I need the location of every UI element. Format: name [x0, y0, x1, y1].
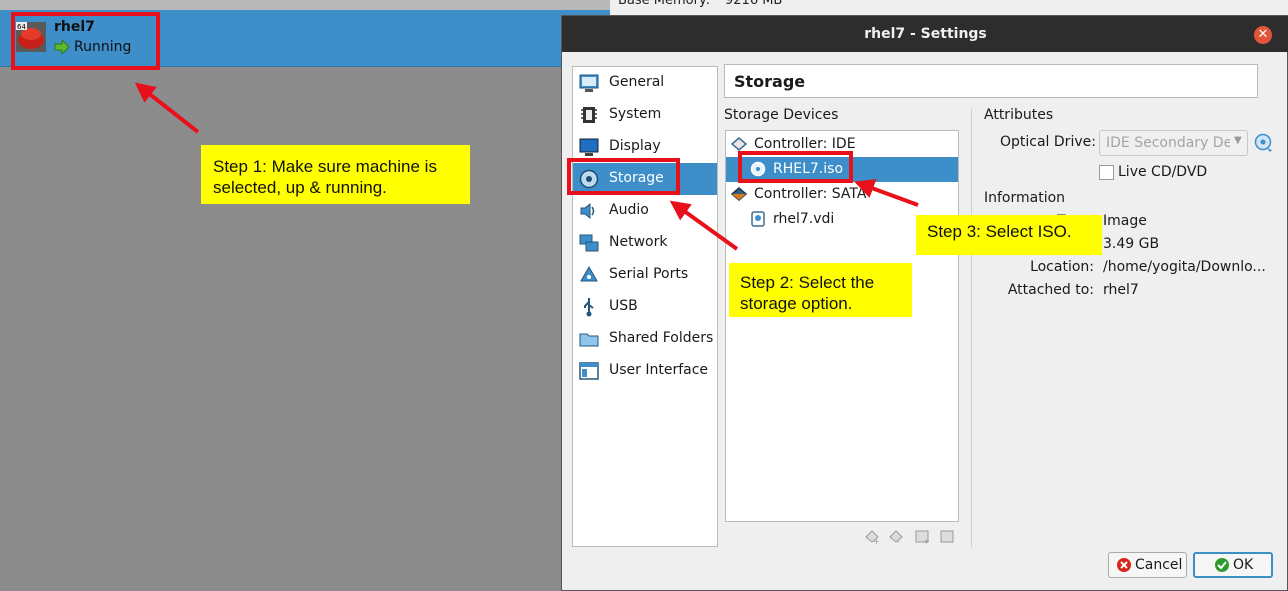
information-heading: Information: [984, 190, 1066, 206]
hard-disk-icon: [751, 211, 765, 227]
info-value-attached: rhel7: [1103, 282, 1139, 298]
nav-item-label: System: [609, 106, 662, 122]
chevron-down-icon: ▼: [1234, 135, 1242, 146]
nav-item-label: Serial Ports: [609, 266, 689, 282]
close-icon[interactable]: ✕: [1254, 26, 1272, 44]
nav-item-usb[interactable]: USB: [573, 291, 717, 323]
storage-tree-item-label: rhel7.vdi: [773, 211, 835, 227]
page-title: Storage: [734, 72, 806, 91]
dialog-titlebar[interactable]: rhel7 - Settings ✕: [562, 16, 1288, 52]
nav-item-audio[interactable]: Audio: [573, 195, 717, 227]
nav-item-label: Shared Folders: [609, 330, 714, 346]
settings-dialog: rhel7 - Settings ✕ General System Display S…: [561, 15, 1288, 591]
storage-tree-item-label: Controller: IDE: [754, 136, 856, 152]
optical-drive-value: IDE Secondary Device 0: [1106, 135, 1230, 151]
svg-text:+: +: [873, 537, 880, 544]
detail-key: Base Memory:: [618, 0, 711, 8]
nav-item-general[interactable]: General: [573, 67, 717, 99]
nav-item-shared-folders[interactable]: Shared Folders: [573, 323, 717, 355]
storage-tree-item[interactable]: Controller: SATA: [726, 182, 958, 207]
step1-arrow: [134, 82, 200, 134]
display-monitor-icon: [579, 138, 599, 156]
live-cd-checkbox[interactable]: [1099, 165, 1114, 180]
storage-devices-label: Storage Devices: [724, 107, 839, 123]
pane-divider: [971, 108, 972, 548]
info-value-location: /home/yogita/Downlo...: [1103, 259, 1266, 275]
ok-button[interactable]: OK: [1193, 552, 1273, 578]
nav-item-label: Network: [609, 234, 668, 250]
live-cd-label: Live CD/DVD: [1118, 164, 1208, 180]
details-pane: Base Memory: 9216 MB: [610, 0, 1288, 15]
detail-value: 9216 MB: [725, 0, 783, 8]
sata-controller-icon: [731, 187, 747, 201]
info-value-size: 3.49 GB: [1103, 236, 1160, 252]
general-icon: [579, 74, 599, 92]
system-chip-icon: [581, 107, 597, 123]
add-attachment-icon[interactable]: +: [914, 528, 930, 544]
step2-highlight-box: [567, 158, 680, 195]
choose-disc-icon[interactable]: [1254, 133, 1274, 153]
svg-text:-: -: [897, 537, 900, 544]
attributes-heading: Attributes: [984, 107, 1054, 123]
nav-item-label: General: [609, 74, 665, 90]
user-interface-icon: [579, 362, 599, 380]
svg-text:-: -: [948, 537, 951, 544]
audio-speaker-icon: [580, 202, 595, 220]
ide-controller-icon: [731, 137, 747, 151]
serial-ports-icon: [580, 265, 598, 282]
nav-item-serial-ports[interactable]: Serial Ports: [573, 259, 717, 291]
dialog-title: rhel7 - Settings: [864, 26, 987, 42]
info-key-location: Location:: [1030, 259, 1094, 275]
storage-tree: Controller: IDE RHEL7.iso Controller: SATA…: [725, 130, 959, 522]
network-icon: [579, 234, 599, 252]
storage-tree-item-label: Controller: SATA: [754, 186, 867, 202]
nav-item-label: Audio: [609, 202, 649, 218]
remove-attachment-icon[interactable]: -: [939, 528, 955, 544]
add-controller-icon[interactable]: +: [864, 528, 880, 544]
nav-item-label: User Interface: [609, 362, 709, 378]
usb-icon: [584, 298, 594, 317]
page-header: Storage: [724, 64, 1258, 98]
nav-item-system[interactable]: System: [573, 99, 717, 131]
info-key-attached: Attached to:: [1007, 282, 1094, 298]
optical-drive-select[interactable]: IDE Secondary Device 0 ▼: [1099, 130, 1248, 156]
folder-icon: [579, 333, 599, 347]
info-value-type: Image: [1103, 213, 1147, 229]
step2-callout: Step 2: Select the storage option.: [729, 263, 912, 317]
manager-toolbar-strip: [0, 0, 610, 10]
cancel-button[interactable]: Cancel: [1108, 552, 1187, 578]
step1-callout: Step 1: Make sure machine is selected, u…: [201, 145, 470, 204]
nav-item-label: Display: [609, 138, 661, 154]
optical-drive-label: Optical Drive:: [1000, 134, 1096, 150]
ok-label: OK: [1233, 557, 1254, 573]
nav-item-network[interactable]: Network: [573, 227, 717, 259]
nav-item-label: USB: [609, 298, 638, 314]
nav-item-user-interface[interactable]: User Interface: [573, 355, 717, 387]
step1-highlight-box: [11, 12, 160, 70]
settings-nav: General System Display Storage Audio Network S…: [572, 66, 718, 547]
svg-text:+: +: [923, 537, 930, 544]
step3-callout: Step 3: Select ISO.: [916, 215, 1102, 255]
step3-highlight-box: [738, 151, 853, 183]
cancel-icon: [1117, 558, 1131, 572]
ok-check-icon: [1215, 558, 1229, 572]
remove-controller-icon[interactable]: -: [888, 528, 904, 544]
cancel-label: Cancel: [1135, 557, 1183, 573]
